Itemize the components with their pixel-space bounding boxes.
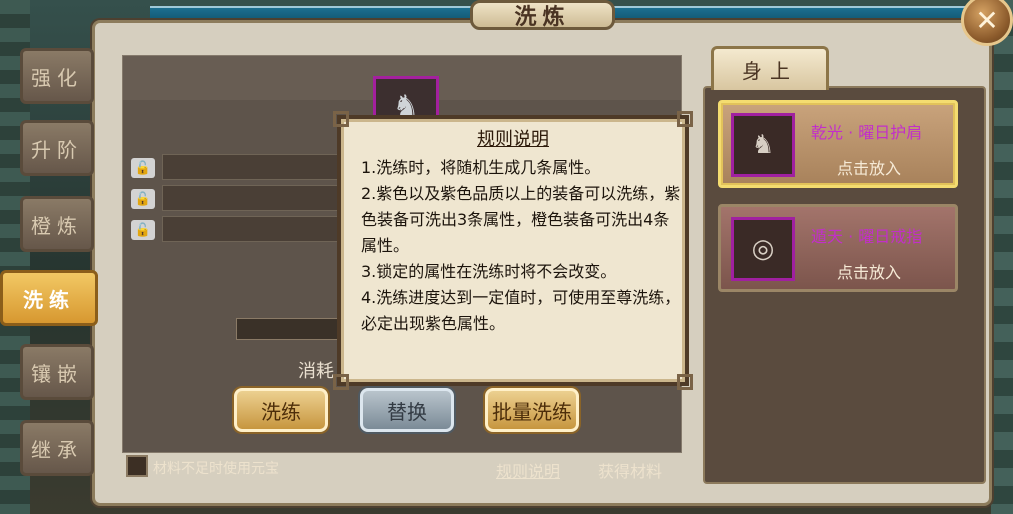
- item-action[interactable]: 点击放入: [837, 259, 901, 283]
- replace-button[interactable]: 替换: [360, 388, 454, 432]
- tab-inlay[interactable]: 镶嵌: [20, 344, 94, 400]
- batch-wash-button[interactable]: 批量洗练: [485, 388, 579, 432]
- tab-wash[interactable]: 洗练: [0, 270, 98, 326]
- ring-icon: ◎: [731, 217, 795, 281]
- close-icon: ✕: [975, 3, 999, 37]
- consume-label: 消耗: [298, 361, 334, 382]
- lock-icon[interactable]: 🔓: [131, 189, 155, 209]
- get-materials-link[interactable]: 获得材料: [598, 458, 662, 482]
- use-ingot-label: 材料不足时使用元宝: [153, 461, 279, 477]
- rule-line: 4.洗练进度达到一定值时，可使用至尊洗练，必定出现紫色属性。: [361, 288, 681, 333]
- rule-line: 1.洗练时，将随机生成几条属性。: [361, 158, 601, 177]
- attribute-row: [162, 216, 352, 242]
- attribute-row: [162, 154, 352, 180]
- rules-dialog: 规则说明 1.洗练时，将随机生成几条属性。 2.紫色以及紫色品质以上的装备可以洗…: [333, 111, 693, 390]
- tab-equipped[interactable]: 身上: [711, 46, 829, 90]
- item-name: 乾光 · 曜日护肩: [811, 123, 923, 142]
- wash-progress-bar: [236, 318, 346, 340]
- dialog-body: 1.洗练时，将随机生成几条属性。 2.紫色以及紫色品质以上的装备可以洗练，紫色装…: [361, 155, 681, 337]
- item-name: 遁天 · 曜日戒指: [811, 227, 923, 246]
- lock-icon[interactable]: 🔓: [131, 158, 155, 178]
- tab-inherit[interactable]: 继承: [20, 420, 94, 476]
- rule-line: 3.锁定的属性在洗练时将不会改变。: [361, 262, 617, 281]
- item-card[interactable]: ◎ 遁天 · 曜日戒指 点击放入: [718, 204, 958, 292]
- dialog-title: 规则说明: [477, 129, 549, 150]
- corner-ornament: [677, 374, 693, 390]
- attribute-row: [162, 185, 352, 211]
- lock-icon[interactable]: 🔓: [131, 220, 155, 240]
- window-title: 洗炼: [470, 0, 615, 30]
- item-action[interactable]: 点击放入: [837, 155, 901, 179]
- tab-upgrade[interactable]: 升阶: [20, 120, 94, 176]
- shoulder-armor-icon: ♞: [731, 113, 795, 177]
- use-ingot-checkbox[interactable]: [126, 455, 148, 477]
- tab-strengthen[interactable]: 强化: [20, 48, 94, 104]
- tab-orange-refine[interactable]: 橙炼: [20, 196, 94, 252]
- wash-button[interactable]: 洗练: [234, 388, 328, 432]
- item-card[interactable]: ♞ 乾光 · 曜日护肩 点击放入: [718, 100, 958, 188]
- corner-ornament: [333, 374, 349, 390]
- rules-link[interactable]: 规则说明: [496, 458, 560, 482]
- rule-line: 2.紫色以及紫色品质以上的装备可以洗练，紫色装备可洗出3条属性，橙色装备可洗出4…: [361, 184, 681, 255]
